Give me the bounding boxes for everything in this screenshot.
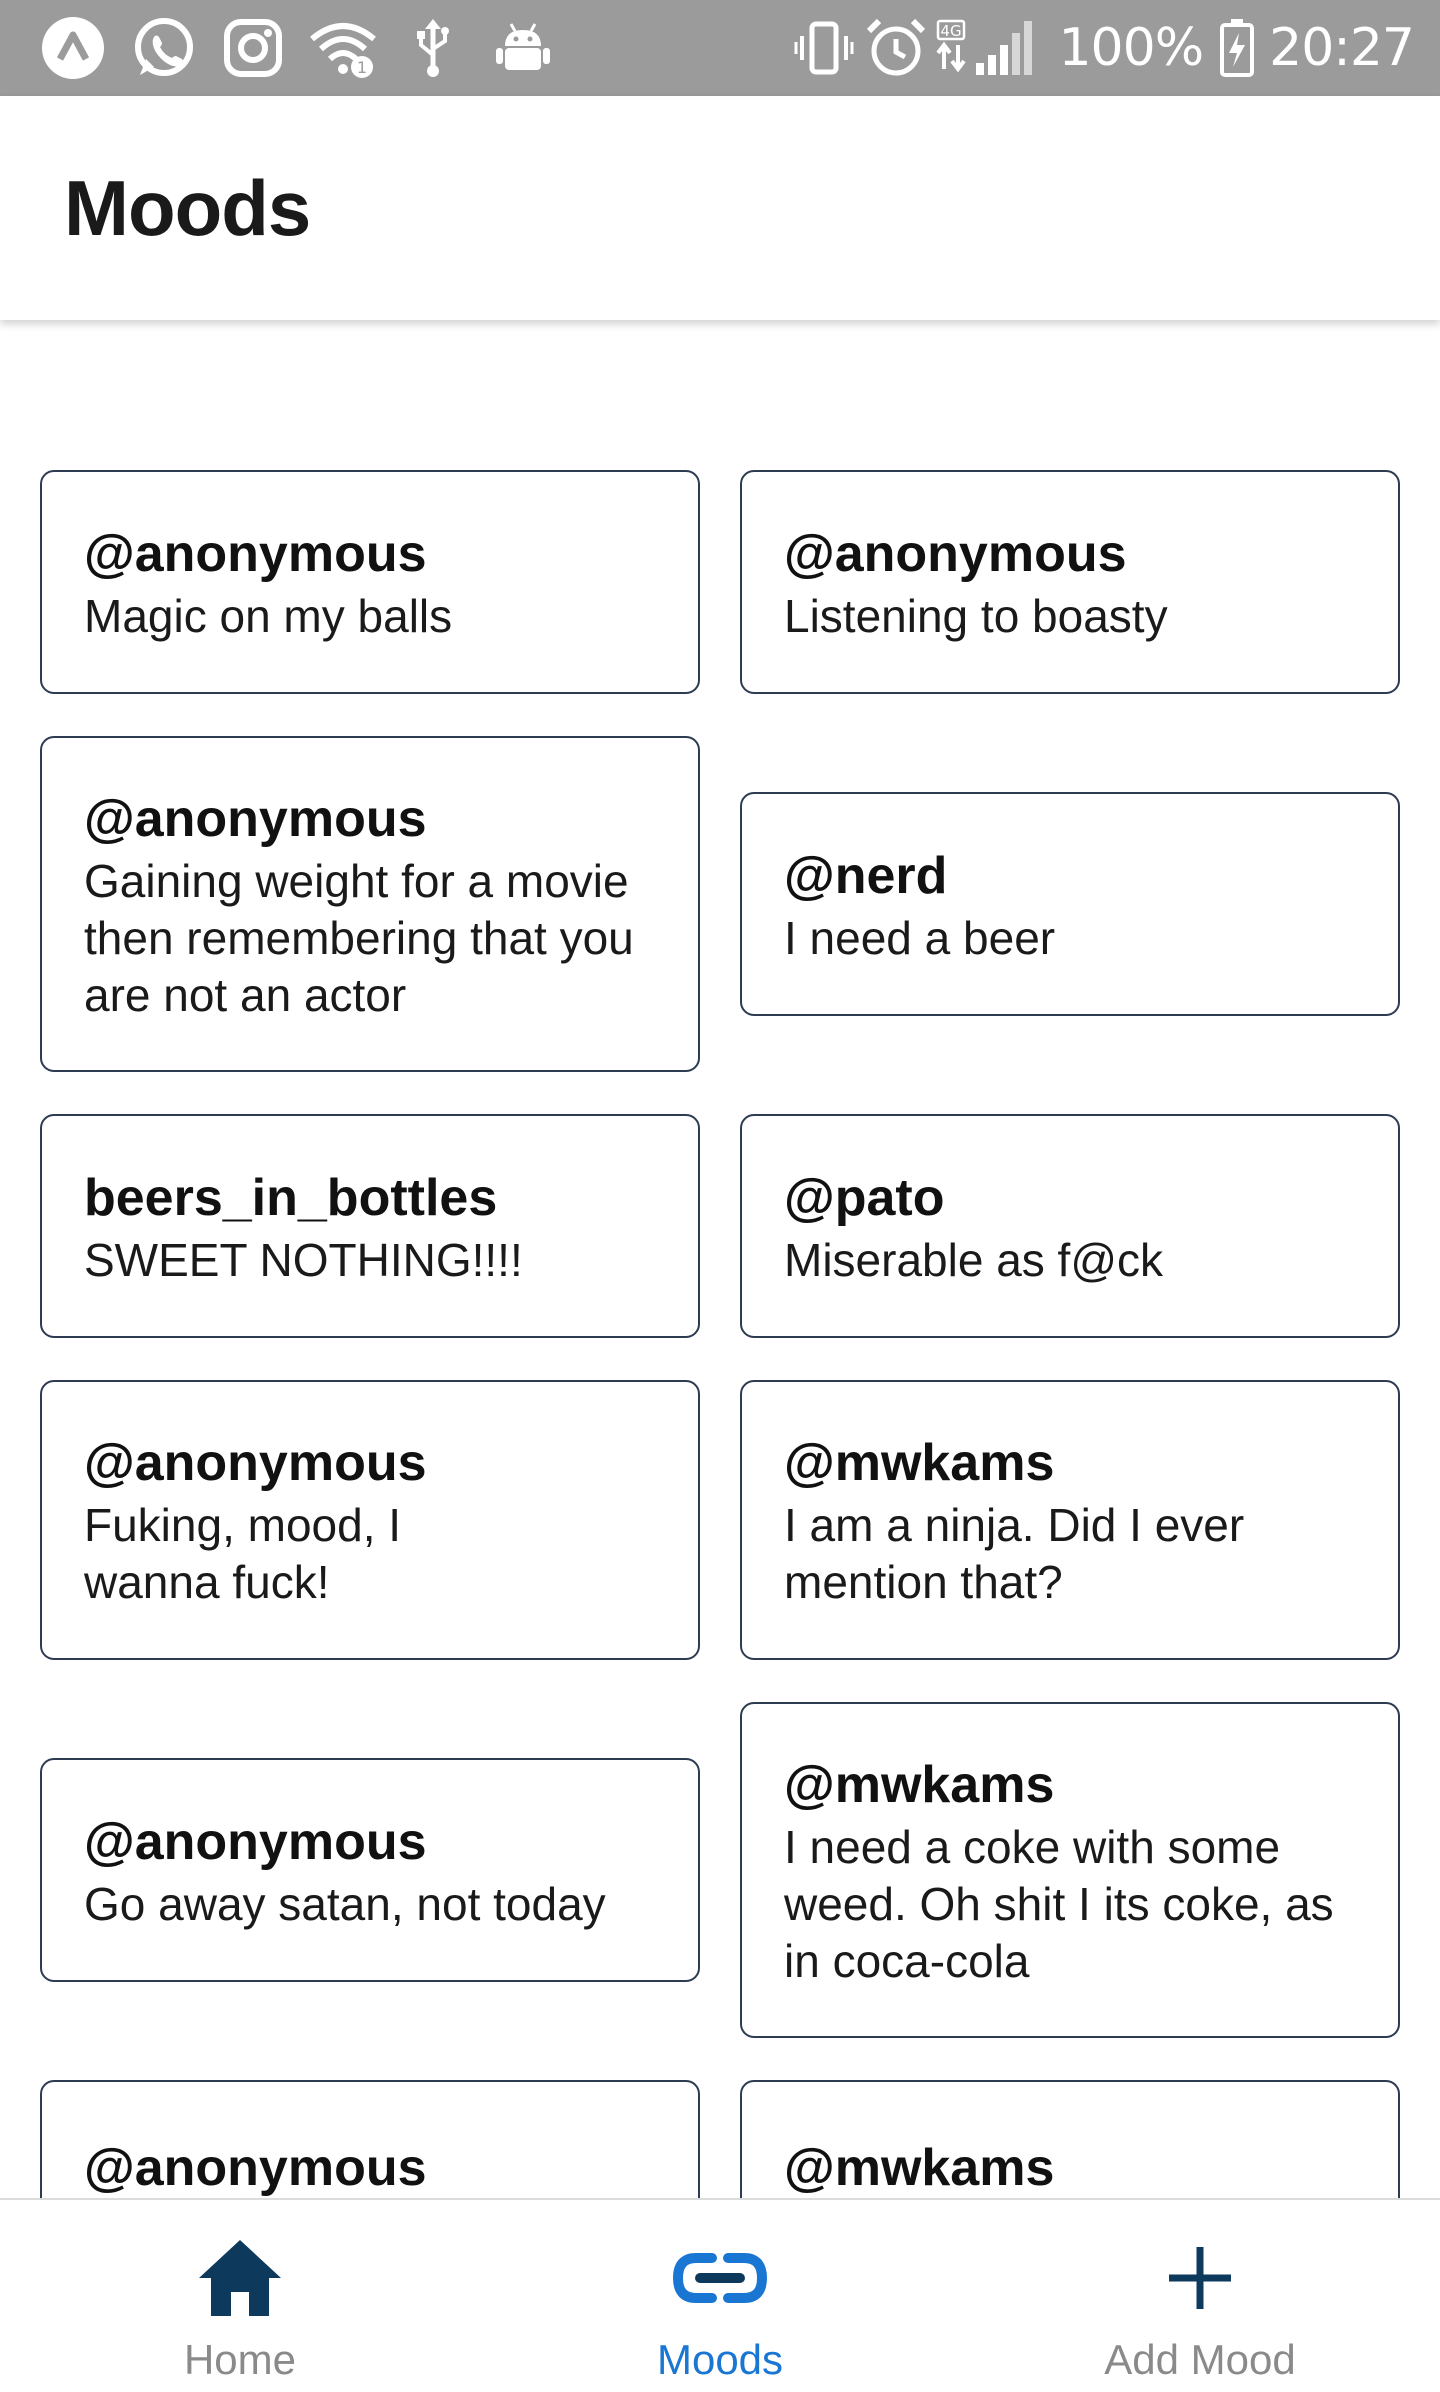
battery-percent: 100% [1058,18,1204,78]
usb-icon [396,11,470,85]
mood-card[interactable]: @mwkams I am a ninja. Did I ever mention… [740,1380,1400,1660]
whatsapp-icon [126,11,200,85]
nav-add-mood[interactable]: Add Mood [960,2200,1440,2392]
mood-text: I am a ninja. Did I ever mention that? [784,1499,1245,1608]
android-icon [486,11,560,85]
mood-grid[interactable]: @anonymous Magic on my balls @anonymous … [0,320,1440,2198]
bottom-nav: Home Moods Add Mood [0,2198,1440,2392]
mood-username: @anonymous [84,1434,427,1492]
mood-card[interactable]: @pato Miserable as f@ck [740,1114,1400,1338]
mood-card[interactable]: @mwkams [740,2080,1400,2198]
network-label: 4G [941,22,962,40]
instagram-icon [216,11,290,85]
mood-card[interactable]: beers_in_bottles SWEET NOTHING!!!! [40,1114,700,1338]
wifi-icon: 1 [306,11,380,85]
clock: 20:27 [1269,18,1415,78]
nav-home-label: Home [183,2336,297,2383]
vibrate-icon [792,16,856,80]
mood-card[interactable]: @nerd I need a beer [740,792,1400,1016]
mood-text: Go away satan, not today [84,1877,606,1930]
mood-username: @anonymous [84,2139,427,2197]
mood-card[interactable]: @mwkams I need a coke with some weed. Oh… [740,1702,1400,2038]
mood-card[interactable]: @anonymous Fuking, mood, I wanna fuck! [40,1380,700,1660]
mood-card[interactable]: @anonymous [40,2080,700,2198]
plus-icon [1150,2228,1250,2328]
page-title: Moods [64,163,311,252]
mood-username: @anonymous [84,789,427,848]
mood-username: beers_in_bottles [84,1168,498,1227]
mood-text: Listening to boasty [784,589,1168,642]
mood-username: @mwkams [784,1755,1055,1814]
mood-username: @mwkams [784,1434,1055,1492]
app-a-icon [36,11,110,85]
home-icon [190,2228,290,2328]
mood-text: I need a beer [784,911,1056,964]
mood-username: @pato [784,1168,945,1227]
mood-text: I need a coke with some weed. Oh shit I … [784,1820,1334,1987]
nav-moods-label: Moods [656,2336,784,2383]
mood-card[interactable]: @anonymous Gaining weight for a movie th… [40,736,700,1072]
status-left: 1 [36,11,576,85]
mood-text: Magic on my balls [84,589,453,642]
link-icon [670,2228,770,2328]
mood-card[interactable]: @anonymous Go away satan, not today [40,1758,700,1982]
mood-text: SWEET NOTHING!!!! [84,1233,523,1286]
nav-home[interactable]: Home [0,2200,480,2392]
status-bar: 1 4G 100% 20:27 [0,0,1440,96]
mood-username: @anonymous [84,1812,427,1871]
mood-text: Miserable as f@ck [784,1233,1164,1286]
mood-username: @mwkams [784,2139,1055,2197]
signal-icon: 4G [936,16,1046,80]
nav-add-mood-label: Add Mood [1104,2336,1296,2383]
mood-text: Gaining weight for a movie then remember… [84,854,634,1021]
nav-moods[interactable]: Moods [480,2200,960,2392]
mood-card[interactable]: @anonymous Listening to boasty [740,470,1400,694]
svg-text:1: 1 [357,58,367,77]
mood-username: @anonymous [84,524,427,583]
alarm-icon [864,16,928,80]
status-right: 4G 100% 20:27 [784,16,1415,80]
battery-charging-icon [1217,16,1257,80]
mood-username: @nerd [784,846,948,905]
app-header: Moods [0,96,1440,320]
mood-card[interactable]: @anonymous Magic on my balls [40,470,700,694]
mood-text: Fuking, mood, I wanna fuck! [84,1499,402,1608]
mood-username: @anonymous [784,524,1127,583]
